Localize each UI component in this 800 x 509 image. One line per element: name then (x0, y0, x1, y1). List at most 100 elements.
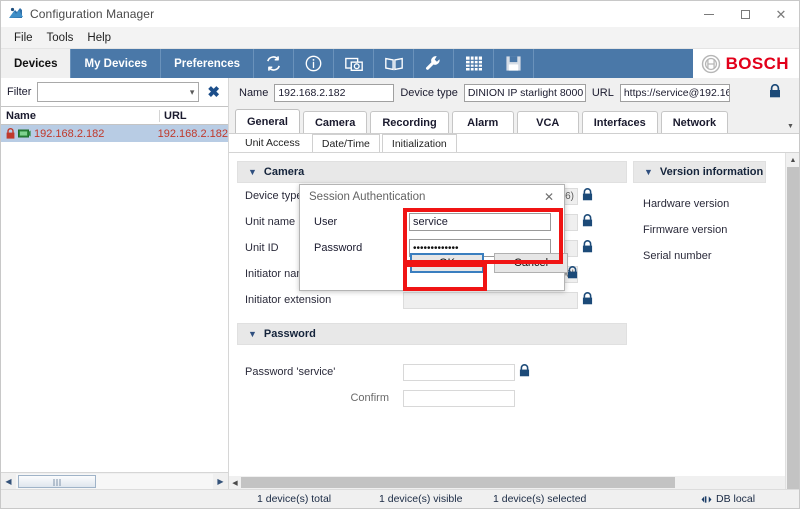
menu-item-help[interactable]: Help (80, 30, 118, 46)
close-button[interactable]: ✕ (763, 1, 799, 27)
version-section-title: Version information (659, 166, 764, 178)
title-bar: Configuration Manager ✕ (1, 1, 799, 27)
status-selected: 1 device(s) selected (493, 493, 587, 505)
content-hscrollbar[interactable]: ◀ (229, 476, 785, 489)
lock-icon-blue (567, 266, 578, 282)
sub-tabstrip: Unit Access Date/Time Initialization (229, 133, 799, 152)
device-header-form: Name 192.168.2.182 Device type DINION IP… (229, 78, 799, 107)
subtab-initialization[interactable]: Initialization (381, 134, 457, 152)
toolbar-tab-preferences[interactable]: Preferences (161, 49, 254, 78)
dialog-close-icon[interactable]: ✕ (538, 186, 560, 208)
dialog-title-bar: Session Authentication ✕ (300, 185, 564, 209)
dialog-user-row: User service (300, 209, 564, 235)
toolbar-tab-my-devices[interactable]: My Devices (71, 49, 162, 78)
lock-icon-red (6, 128, 15, 139)
save-icon[interactable] (494, 49, 534, 78)
bosch-symbol-icon (701, 54, 720, 73)
status-total: 1 device(s) total (257, 493, 332, 505)
name-field[interactable]: 192.168.2.182 (274, 83, 395, 102)
field-password-service: Password 'service' (237, 359, 627, 385)
dialog-user-input[interactable]: service (409, 213, 551, 231)
scroll-right-icon[interactable]: ▶ (213, 474, 228, 489)
field-label: Initiator extension (245, 294, 332, 306)
tab-alarm[interactable]: Alarm (451, 111, 514, 133)
tab-interfaces[interactable]: Interfaces (581, 111, 658, 133)
subtab-unit-access[interactable]: Unit Access (235, 134, 310, 152)
content-vscrollbar[interactable]: ▲ (785, 153, 799, 489)
lock-icon-blue (582, 292, 593, 308)
lock-icon-blue (582, 188, 593, 204)
status-db-label: DB local (716, 493, 756, 505)
camera-section-title: Camera (263, 166, 305, 178)
password-service-input[interactable] (403, 363, 515, 381)
toolbar-spacer (534, 49, 693, 78)
url-label: URL (591, 86, 614, 99)
version-info-column: ▼ Version information Hardware version F… (627, 153, 799, 489)
info-icon[interactable] (294, 49, 334, 78)
row-serial-number: Serial number (643, 250, 712, 262)
scroll-left-icon[interactable]: ◀ (229, 479, 241, 487)
status-db: DB local (701, 493, 755, 505)
device-url-cell: 192.168.2.182 (157, 127, 228, 140)
field-value[interactable] (403, 291, 578, 309)
url-field[interactable]: https://service@192.168. (619, 83, 730, 102)
tab-general[interactable]: General (235, 109, 300, 133)
db-icon (701, 495, 712, 503)
snapshot-icon[interactable] (334, 49, 374, 78)
toolbar-tab-devices[interactable]: Devices (1, 49, 72, 78)
cancel-button[interactable]: Cancel (494, 253, 568, 273)
window-title: Configuration Manager (30, 6, 155, 21)
refresh-icon[interactable] (254, 49, 294, 78)
hscroll-track[interactable] (16, 473, 213, 489)
filter-label: Filter (7, 86, 32, 98)
name-label: Name (239, 86, 269, 99)
dialog-user-label: User (314, 216, 338, 228)
column-header-name[interactable]: Name (1, 110, 159, 122)
ok-button[interactable]: OK (410, 253, 484, 273)
lock-icon-blue (582, 240, 593, 256)
dialog-buttons: OK Cancel (410, 253, 568, 273)
main-tabstrip: General Camera Recording Alarm VCA Inter… (229, 107, 799, 133)
hscroll-thumb[interactable] (18, 474, 96, 488)
menu-bar: File Tools Help (1, 27, 799, 49)
filter-input[interactable]: ▾ (37, 82, 200, 102)
tab-recording[interactable]: Recording (370, 111, 449, 133)
password-confirm-input[interactable] (403, 389, 515, 407)
column-header-url[interactable]: URL (159, 109, 228, 122)
tab-network[interactable]: Network (660, 111, 729, 133)
tab-camera[interactable]: Camera (302, 111, 368, 133)
password-section-title: Password (263, 328, 316, 340)
chevron-down-icon: ▼ (248, 167, 257, 177)
menu-item-tools[interactable]: Tools (40, 30, 81, 46)
menu-item-file[interactable]: File (7, 30, 40, 46)
version-section-header[interactable]: ▼ Version information (633, 161, 766, 183)
vscroll-thumb[interactable] (787, 167, 799, 489)
scroll-up-icon[interactable]: ▲ (786, 153, 799, 167)
password-section-header[interactable]: ▼ Password (237, 323, 627, 345)
wrench-icon[interactable] (414, 49, 454, 78)
camera-icon-green (18, 129, 31, 138)
device-type-field[interactable]: DINION IP starlight 8000 MP (463, 83, 586, 102)
tab-vca[interactable]: VCA (516, 111, 579, 133)
device-list-hscrollbar[interactable]: ◀ ▶ (1, 472, 228, 489)
field-password-confirm: Confirm (237, 385, 627, 411)
filter-clear-button[interactable]: ✖ (205, 85, 222, 100)
table-icon[interactable] (454, 49, 494, 78)
field-label: Password 'service' (245, 366, 336, 378)
bosch-brand: BOSCH (692, 49, 799, 78)
book-icon[interactable] (374, 49, 414, 78)
camera-section-header[interactable]: ▼ Camera (237, 161, 627, 183)
maximize-button[interactable] (727, 1, 763, 27)
device-name-text: 192.168.2.182 (34, 127, 105, 140)
subtab-date-time[interactable]: Date/Time (311, 134, 380, 152)
tab-scroll-icon[interactable]: ▼ (786, 121, 795, 131)
minimize-button[interactable] (691, 1, 727, 27)
device-list-panel: Filter ▾ ✖ Name URL 192.168.2.182 192.16… (1, 78, 229, 489)
content-hscroll-thumb[interactable] (241, 477, 675, 488)
scroll-left-icon[interactable]: ◀ (1, 474, 16, 489)
filter-row: Filter ▾ ✖ (1, 78, 228, 106)
chevron-down-icon: ▼ (644, 167, 653, 177)
lock-icon-blue (519, 364, 530, 380)
status-visible: 1 device(s) visible (379, 493, 463, 505)
table-row[interactable]: 192.168.2.182 192.168.2.182 (1, 125, 228, 142)
